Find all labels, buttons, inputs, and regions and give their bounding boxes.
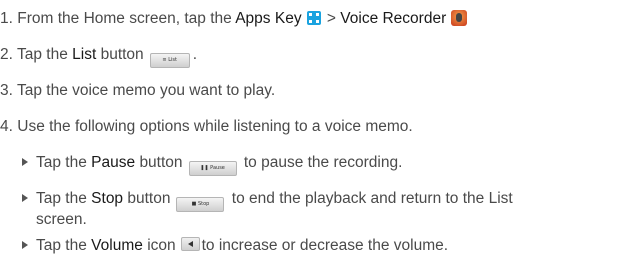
option-stop-post: button (127, 190, 171, 207)
option-stop-pre: Tap the (36, 190, 87, 207)
stop-button-image: ■ Stop (176, 197, 225, 212)
option-pause: Tap the Pause button ❚❚ Pause to pause th… (22, 153, 402, 176)
option-pause-pre: Tap the (36, 154, 87, 171)
volume-icon (180, 237, 200, 251)
step-3-number: 3. (0, 82, 13, 99)
volume-label: Volume (91, 237, 143, 254)
voice-recorder-app-icon (451, 10, 468, 26)
bullet-arrow-icon (22, 241, 28, 249)
step-4: 4. Use the following options while liste… (0, 117, 413, 137)
option-volume-tail: to increase or decrease the volume. (201, 237, 449, 254)
option-volume: Tap the Volume icon to increase or decrea… (22, 236, 448, 256)
option-volume-pre: Tap the (36, 237, 87, 254)
bullet-arrow-icon (22, 194, 28, 202)
option-stop-tail: to end the playback and return to the Li… (231, 190, 513, 207)
step-2-number: 2. (0, 46, 13, 63)
apps-grid-icon (306, 11, 321, 25)
step-4-number: 4. (0, 118, 13, 135)
pause-button-image: ❚❚ Pause (188, 161, 237, 176)
step-3: 3. Tap the voice memo you want to play. (0, 81, 275, 101)
step-1-number: 1. (0, 10, 13, 27)
step-2: 2. Tap the List button ≡ List. (0, 45, 197, 68)
step-1: 1. From the Home screen, tap the Apps Ke… (0, 9, 468, 29)
option-stop-continued: screen. (36, 210, 87, 230)
bullet-arrow-icon (22, 158, 28, 166)
step-2-pre: Tap the (16, 46, 68, 63)
stop-label: Stop (91, 190, 124, 207)
apps-key-label: Apps Key (235, 10, 302, 27)
step-3-text: Tap the voice memo you want to play. (16, 82, 276, 99)
step-2-post: button (100, 46, 144, 63)
option-pause-post: button (139, 154, 183, 171)
list-button-image: ≡ List (149, 53, 190, 68)
option-stop: Tap the Stop button ■ Stop to end the pla… (22, 189, 513, 212)
voice-recorder-label: Voice Recorder (340, 10, 447, 27)
step-1-separator: > (326, 10, 336, 27)
option-pause-tail: to pause the recording. (243, 154, 403, 171)
step-1-text: From the Home screen, tap the (17, 10, 232, 27)
option-stop-tail2: screen. (36, 211, 87, 228)
pause-label: Pause (91, 154, 136, 171)
option-volume-post: icon (147, 237, 176, 254)
list-label: List (72, 46, 97, 63)
step-4-text: Use the following options while listenin… (17, 118, 413, 135)
